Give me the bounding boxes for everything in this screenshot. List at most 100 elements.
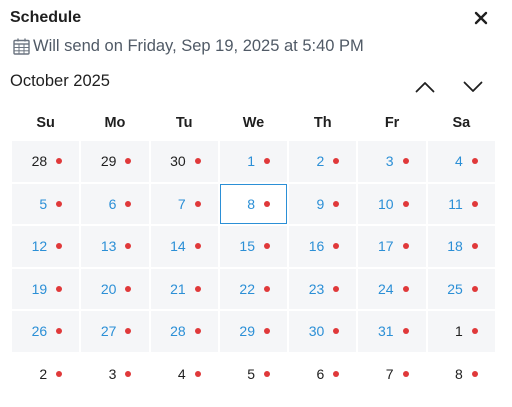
calendar-day[interactable]: 3 <box>81 354 148 395</box>
calendar-day-number: 28 <box>31 153 48 170</box>
event-dot-icon <box>471 200 478 207</box>
event-dot-icon <box>194 285 201 292</box>
calendar-day-number: 27 <box>100 323 117 340</box>
calendar-day[interactable]: 15 <box>219 226 288 267</box>
calendar-day[interactable]: 28 <box>12 141 80 182</box>
calendar-day-number: 14 <box>170 238 186 255</box>
event-dot-icon <box>333 328 340 335</box>
event-dot-icon <box>471 370 478 377</box>
calendar-day-number: 30 <box>170 153 186 170</box>
weekday-label: Sa <box>452 115 471 131</box>
calendar-day[interactable]: 17 <box>358 226 426 267</box>
calendar-day-number: 6 <box>316 365 325 382</box>
event-dot-icon <box>471 285 478 292</box>
event-dot-icon <box>194 200 201 207</box>
calendar-day[interactable]: 9 <box>289 183 357 224</box>
event-dot-icon <box>125 200 132 207</box>
next-month-button[interactable] <box>460 77 486 97</box>
calendar-day[interactable]: 5 <box>220 354 287 395</box>
calendar-day[interactable]: 26 <box>12 311 80 352</box>
calendar-day[interactable]: 30 <box>289 311 357 352</box>
calendar-day[interactable]: 16 <box>289 226 357 267</box>
calendar-day[interactable]: 28 <box>150 311 218 352</box>
calendar-day[interactable]: 5 <box>12 183 80 224</box>
calendar-day[interactable]: 22 <box>219 268 288 309</box>
calendar-day-number: 15 <box>239 238 255 255</box>
event-dot-icon <box>263 285 270 292</box>
event-dot-icon <box>125 158 132 165</box>
calendar-day[interactable]: 11 <box>427 183 495 224</box>
header: Schedule <box>10 6 498 30</box>
calendar-day[interactable]: 23 <box>289 268 357 309</box>
calendar-day-number: 1 <box>455 323 463 340</box>
calendar-day-number: 7 <box>177 195 186 212</box>
calendar-day[interactable]: 3 <box>358 141 426 182</box>
calendar-day-number: 30 <box>308 323 325 340</box>
close-button[interactable] <box>470 7 492 29</box>
calendar-day[interactable]: 29 <box>81 141 149 182</box>
event-dot-icon <box>56 158 63 165</box>
send-info: Will send on Friday, Sep 19, 2025 at 5:4… <box>12 35 364 57</box>
month-row: October 2025 <box>10 69 498 99</box>
previous-month-button[interactable] <box>412 77 438 97</box>
calendar-day[interactable]: 4 <box>151 354 218 395</box>
calendar-day[interactable]: 2 <box>12 354 79 395</box>
event-dot-icon <box>471 328 478 335</box>
calendar-day-number: 18 <box>447 238 463 255</box>
calendar-day-number: 16 <box>308 238 325 255</box>
calendar-day[interactable]: 14 <box>150 226 218 267</box>
calendar-day[interactable]: 30 <box>150 141 218 182</box>
calendar-day[interactable]: 18 <box>427 226 495 267</box>
calendar-day[interactable]: 1 <box>219 141 288 182</box>
event-dot-icon <box>194 243 201 250</box>
calendar-day[interactable]: 4 <box>427 141 495 182</box>
calendar-day[interactable]: 13 <box>81 226 149 267</box>
weekday-label: Fr <box>384 115 400 131</box>
event-dot-icon <box>125 285 132 292</box>
calendar-day-number: 29 <box>100 153 117 170</box>
calendar-day-number: 12 <box>31 238 48 255</box>
calendar-day-number: 23 <box>308 280 325 297</box>
weekday-label: Su <box>36 115 55 131</box>
weekday-label: Mo <box>104 115 126 131</box>
calendar-day[interactable]: 29 <box>219 311 288 352</box>
calendar-icon <box>12 37 30 55</box>
calendar-day[interactable]: 19 <box>12 268 80 309</box>
calendar-day[interactable]: 25 <box>427 268 495 309</box>
calendar-day[interactable]: 24 <box>358 268 426 309</box>
calendar-day-selected[interactable]: 8 <box>219 183 288 224</box>
calendar-day-number: 3 <box>385 153 394 170</box>
panel-title: Schedule <box>10 9 82 26</box>
calendar-day[interactable]: 2 <box>289 141 357 182</box>
calendar-day[interactable]: 21 <box>150 268 218 309</box>
calendar-day[interactable]: 7 <box>150 183 218 224</box>
weekday-label: Tu <box>175 115 193 131</box>
calendar-day[interactable]: 31 <box>358 311 426 352</box>
calendar-day[interactable]: 1 <box>427 311 495 352</box>
calendar-day-number: 8 <box>247 195 255 212</box>
calendar-day-number: 25 <box>447 280 463 297</box>
calendar-day-number: 17 <box>377 238 394 255</box>
calendar-day-number: 11 <box>448 195 463 212</box>
calendar-day[interactable]: 27 <box>81 311 149 352</box>
calendar-day-number: 20 <box>100 280 117 297</box>
calendar-day-number: 9 <box>316 195 325 212</box>
calendar-day-number: 6 <box>108 195 117 212</box>
event-dot-icon <box>194 328 201 335</box>
calendar-day[interactable]: 6 <box>289 354 356 395</box>
calendar-day-number: 21 <box>170 280 186 297</box>
calendar-day[interactable]: 10 <box>358 183 426 224</box>
calendar-day[interactable]: 12 <box>12 226 80 267</box>
event-dot-icon <box>402 243 409 250</box>
event-dot-icon <box>263 243 270 250</box>
calendar-day-number: 19 <box>31 280 48 297</box>
calendar-day-number: 5 <box>39 195 48 212</box>
calendar-day[interactable]: 6 <box>81 183 149 224</box>
calendar-day-number: 4 <box>455 153 463 170</box>
event-dot-icon <box>56 200 63 207</box>
calendar-day-number: 4 <box>177 365 186 382</box>
calendar-day[interactable]: 7 <box>358 354 425 395</box>
calendar-day[interactable]: 8 <box>428 354 495 395</box>
chevron-up-icon <box>415 82 435 93</box>
calendar-day[interactable]: 20 <box>81 268 149 309</box>
